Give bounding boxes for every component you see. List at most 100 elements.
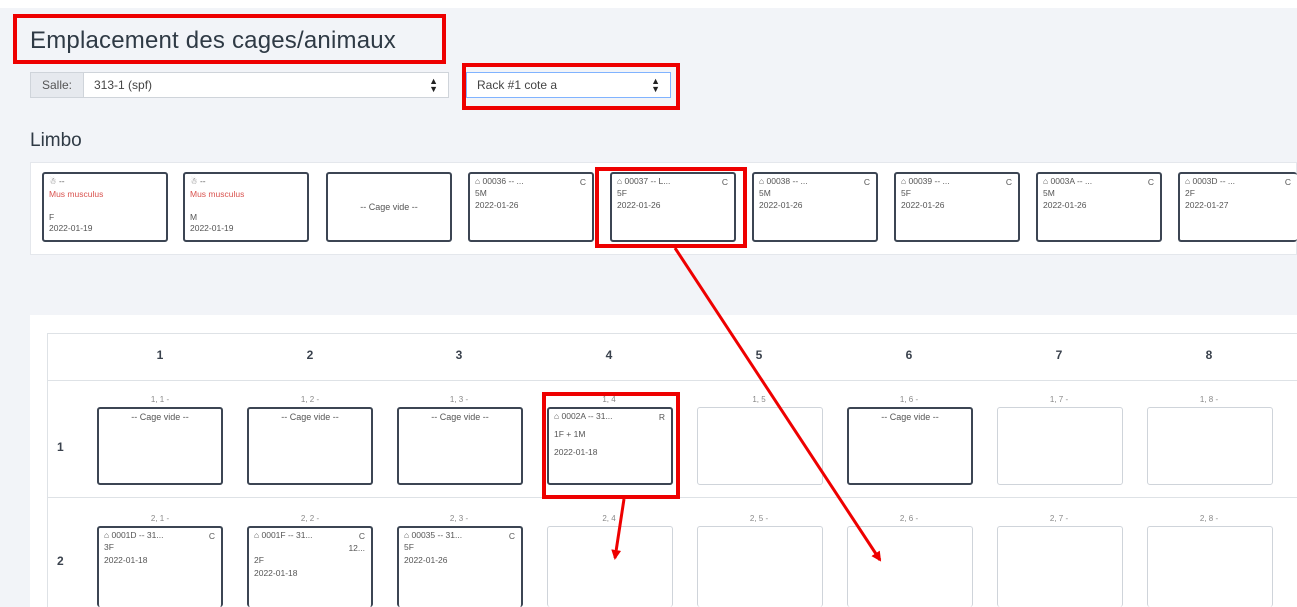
cage-date: 2022-01-18 xyxy=(104,555,148,565)
rack-slot-empty[interactable] xyxy=(997,526,1123,607)
annotation-box-rack-slot xyxy=(542,392,680,499)
slot-position-label: 2, 7 - xyxy=(1049,514,1069,523)
cage-count: 2F xyxy=(254,555,264,565)
cage-count: 3F xyxy=(104,542,114,552)
cage-date: 2022-01-19 xyxy=(49,223,93,233)
cage-id: ⌂ 00038 -- ... xyxy=(759,176,808,186)
limbo-cage-card-empty[interactable]: -- Cage vide -- xyxy=(326,172,452,242)
rack-cage-card[interactable]: ⌂ 0001D -- 31... C 3F 2022-01-18 xyxy=(97,526,223,607)
cage-species: Mus musculus xyxy=(190,189,245,199)
rack-slot-empty[interactable] xyxy=(697,526,823,607)
row-header: 2 xyxy=(57,554,64,568)
limbo-cage-card[interactable]: ⌂ 0003A -- ... C 5M 2022-01-26 xyxy=(1036,172,1162,242)
cage-icon: ⌂ xyxy=(104,530,112,540)
cage-icon: ⌂ xyxy=(1043,176,1051,186)
salle-label: Salle: xyxy=(30,72,84,98)
salle-select[interactable]: 313-1 (spf) ▲ ▼ xyxy=(84,72,449,98)
slot-position-label: 1, 7 - xyxy=(1049,395,1069,404)
cage-count: 5F xyxy=(901,188,911,198)
cage-tag: C xyxy=(208,531,215,541)
rack-slot-empty[interactable] xyxy=(697,407,823,485)
column-header: 5 xyxy=(755,348,763,362)
limbo-cage-card[interactable]: ⌂ 0003D -- ... C 2F 2022-01-27 xyxy=(1178,172,1297,242)
cage-count: 5M xyxy=(1043,188,1055,198)
rack-select[interactable]: Rack #1 cote a ▲ ▼ xyxy=(466,72,671,98)
annotation-box-limbo-cage xyxy=(595,167,747,248)
limbo-cage-card[interactable]: ⌂ 00038 -- ... C 5M 2022-01-26 xyxy=(752,172,878,242)
slot-position-label: 1, 8 - xyxy=(1199,395,1219,404)
empty-cage-label: -- Cage vide -- xyxy=(131,412,189,422)
limbo-cage-card[interactable]: ⌂ 00039 -- ... C 5F 2022-01-26 xyxy=(894,172,1020,242)
cage-date: 2022-01-18 xyxy=(254,568,298,578)
rack-slot-empty[interactable] xyxy=(547,526,673,607)
column-header: 2 xyxy=(306,348,314,362)
cage-species: Mus musculus xyxy=(49,189,104,199)
limbo-cage-card[interactable]: ☃ -- Mus musculus F 2022-01-19 xyxy=(42,172,168,242)
cage-date: 2022-01-19 xyxy=(190,223,234,233)
cage-count: 5M xyxy=(475,188,487,198)
column-header: 8 xyxy=(1205,348,1213,362)
cage-extra: 12... xyxy=(348,543,365,553)
cage-tag: C xyxy=(1284,177,1291,187)
cage-id: ☃ -- xyxy=(49,176,65,186)
cage-tag: C xyxy=(358,531,365,541)
limbo-cage-card[interactable]: ⌂ 00036 -- ... C 5M 2022-01-26 xyxy=(468,172,594,242)
cage-count: 5F xyxy=(404,542,414,552)
slot-position-label: 2, 3 - xyxy=(449,514,469,523)
cage-count: 2F xyxy=(1185,188,1195,198)
cage-date: 2022-01-26 xyxy=(475,200,519,210)
slot-position-label: 2, 1 - xyxy=(150,514,170,523)
cage-sex: M xyxy=(190,212,198,222)
sort-caret-icon: ▲ ▼ xyxy=(651,76,660,94)
grid-divider xyxy=(47,380,1297,381)
rack-cage-card[interactable]: ⌂ 00035 -- 31... C 5F 2022-01-26 xyxy=(397,526,523,607)
cage-id: ☃ -- xyxy=(190,176,206,186)
empty-cage-label: -- Cage vide -- xyxy=(360,202,418,212)
slot-position-label: 2, 5 - xyxy=(749,514,769,523)
empty-cage-label: -- Cage vide -- xyxy=(281,412,339,422)
cage-icon: ⌂ xyxy=(901,176,909,186)
page-title: Emplacement des cages/animaux xyxy=(30,27,396,54)
slot-position-label: 2, 6 - xyxy=(899,514,919,523)
cage-date: 2022-01-26 xyxy=(1043,200,1087,210)
sort-caret-icon: ▲ ▼ xyxy=(429,76,438,94)
row-header: 1 xyxy=(57,440,64,454)
cage-date: 2022-01-27 xyxy=(1185,200,1229,210)
cage-icon: ⌂ xyxy=(759,176,767,186)
cage-tag: C xyxy=(508,531,515,541)
rack-cage-card-empty[interactable]: -- Cage vide -- xyxy=(397,407,523,485)
rack-cage-card[interactable]: ⌂ 0001F -- 31... C 12... 2F 2022-01-18 xyxy=(247,526,373,607)
cage-icon: ⌂ xyxy=(475,176,483,186)
rack-slot-empty[interactable] xyxy=(1147,526,1273,607)
cage-sex: F xyxy=(49,212,55,222)
slot-position-label: 2, 8 - xyxy=(1199,514,1219,523)
slot-position-label: 2, 2 - xyxy=(300,514,320,523)
cage-tag: C xyxy=(1147,177,1154,187)
column-header: 7 xyxy=(1055,348,1063,362)
cage-tag: C xyxy=(1005,177,1012,187)
column-header: 1 xyxy=(156,348,164,362)
cage-count: 5M xyxy=(759,188,771,198)
slot-position-label: 2, 4 xyxy=(602,514,616,523)
slot-position-label: 1, 3 - xyxy=(449,395,469,404)
cage-icon: ⌂ xyxy=(1185,176,1193,186)
rack-cage-card-empty[interactable]: -- Cage vide -- xyxy=(847,407,973,485)
rack-cage-card-empty[interactable]: -- Cage vide -- xyxy=(97,407,223,485)
rack-cage-card-empty[interactable]: -- Cage vide -- xyxy=(247,407,373,485)
empty-cage-label: -- Cage vide -- xyxy=(431,412,489,422)
cage-icon: ⌂ xyxy=(254,530,262,540)
rack-slot-empty[interactable] xyxy=(847,526,973,607)
column-header: 4 xyxy=(605,348,613,362)
cage-id: ⌂ 0003D -- ... xyxy=(1185,176,1236,186)
cage-id: ⌂ 0001D -- 31... xyxy=(104,530,164,540)
slot-position-label: 1, 2 - xyxy=(300,395,320,404)
cage-icon: ⌂ xyxy=(404,530,412,540)
cage-id: ⌂ 0003A -- ... xyxy=(1043,176,1093,186)
salle-select-value: 313-1 (spf) xyxy=(94,78,153,92)
cage-id: ⌂ 00035 -- 31... xyxy=(404,530,463,540)
slot-position-label: 1, 5 xyxy=(752,395,766,404)
rack-slot-empty[interactable] xyxy=(1147,407,1273,485)
limbo-cage-card[interactable]: ☃ -- Mus musculus M 2022-01-19 xyxy=(183,172,309,242)
column-header: 6 xyxy=(905,348,913,362)
rack-slot-empty[interactable] xyxy=(997,407,1123,485)
